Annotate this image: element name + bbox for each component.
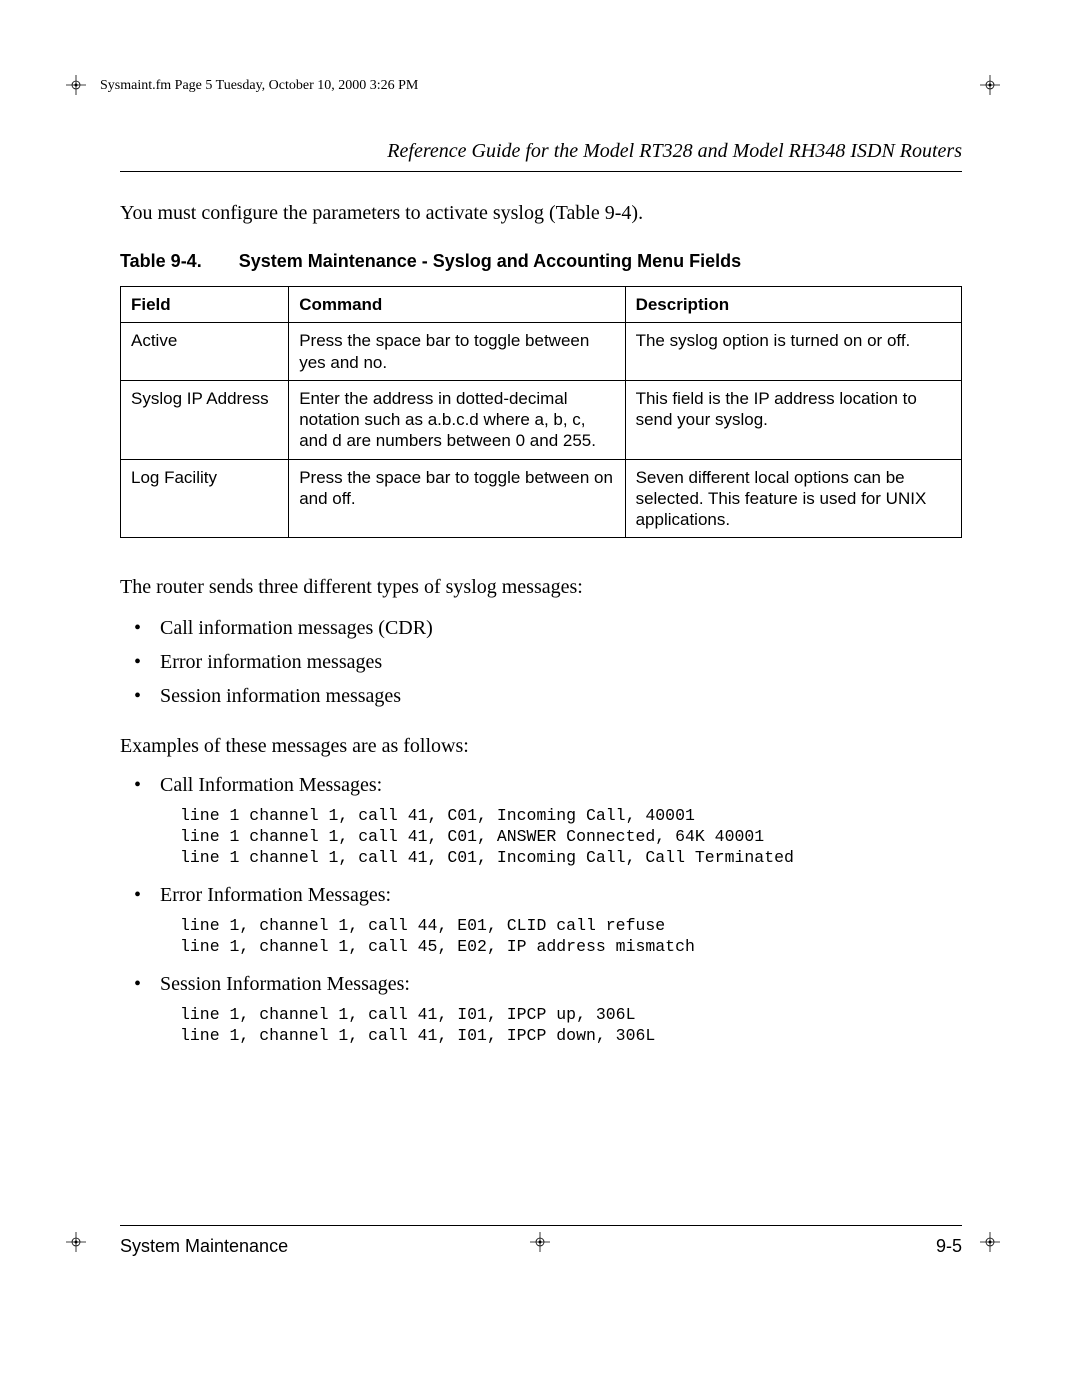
table-row: Active Press the space bar to toggle bet… [121, 323, 962, 381]
types-paragraph: The router sends three different types o… [120, 574, 962, 601]
fields-table: Field Command Description Active Press t… [120, 286, 962, 538]
crop-mark-icon [66, 1232, 86, 1252]
th-description: Description [625, 287, 961, 323]
types-list: Call information messages (CDR) Error in… [120, 611, 962, 713]
cell-field: Syslog IP Address [121, 380, 289, 459]
example-block: Session Information Messages: line 1, ch… [120, 967, 962, 1046]
list-item: Call information messages (CDR) [120, 611, 962, 645]
table-caption-label: Table 9-4. [120, 251, 202, 272]
intro-paragraph: You must configure the parameters to act… [120, 200, 962, 227]
cell-command: Press the space bar to toggle between ye… [289, 323, 625, 381]
page-footer: System Maintenance 9-5 [120, 1225, 962, 1257]
list-item: Error information messages [120, 645, 962, 679]
document-title: Reference Guide for the Model RT328 and … [120, 140, 962, 172]
examples-paragraph: Examples of these messages are as follow… [120, 733, 962, 760]
table-row: Syslog IP Address Enter the address in d… [121, 380, 962, 459]
cell-command: Enter the address in dotted-decimal nota… [289, 380, 625, 459]
example-label: Session Information Messages: [120, 967, 962, 1001]
running-header: Sysmaint.fm Page 5 Tuesday, October 10, … [100, 78, 418, 94]
example-code: line 1, channel 1, call 44, E01, CLID ca… [180, 916, 962, 957]
crop-mark-icon [66, 75, 86, 95]
table-caption-title: System Maintenance - Syslog and Accounti… [239, 251, 741, 271]
footer-page-number: 9-5 [936, 1236, 962, 1257]
cell-field: Active [121, 323, 289, 381]
example-block: Error Information Messages: line 1, chan… [120, 878, 962, 957]
crop-mark-icon [980, 75, 1000, 95]
cell-description: Seven different local options can be sel… [625, 459, 961, 538]
table-caption: Table 9-4. System Maintenance - Syslog a… [120, 251, 962, 272]
th-field: Field [121, 287, 289, 323]
cell-description: This field is the IP address location to… [625, 380, 961, 459]
example-code: line 1, channel 1, call 41, I01, IPCP up… [180, 1005, 962, 1046]
example-label: Call Information Messages: [120, 768, 962, 802]
page-content: Reference Guide for the Model RT328 and … [120, 140, 962, 1257]
cell-description: The syslog option is turned on or off. [625, 323, 961, 381]
example-block: Call Information Messages: line 1 channe… [120, 768, 962, 868]
footer-section: System Maintenance [120, 1236, 288, 1257]
th-command: Command [289, 287, 625, 323]
list-item: Session information messages [120, 679, 962, 713]
example-code: line 1 channel 1, call 41, C01, Incoming… [180, 806, 962, 868]
example-label: Error Information Messages: [120, 878, 962, 912]
cell-field: Log Facility [121, 459, 289, 538]
crop-mark-icon [980, 1232, 1000, 1252]
cell-command: Press the space bar to toggle between on… [289, 459, 625, 538]
table-row: Log Facility Press the space bar to togg… [121, 459, 962, 538]
table-header-row: Field Command Description [121, 287, 962, 323]
